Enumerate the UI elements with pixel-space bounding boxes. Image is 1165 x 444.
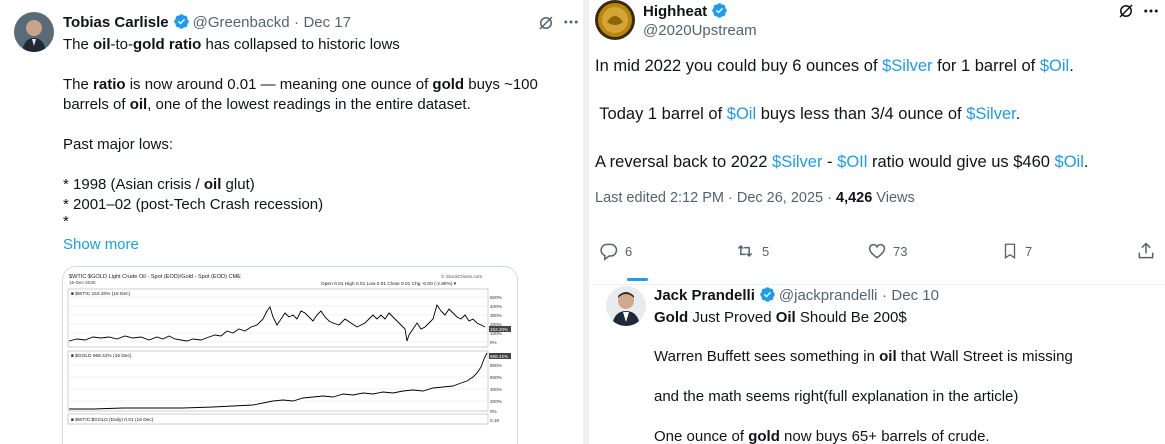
ratio-tick: 0.18 [490,418,499,423]
tweet-line: * 1998 (Asian crisis / oil glut) [63,176,255,193]
like-icon [868,243,886,259]
share-icon [1138,242,1154,259]
tweet-line: barrels of oil, one of the lowest readin… [63,96,471,113]
upper-tick: 300% [490,313,502,318]
reply-icon [600,243,618,261]
grok-icon[interactable] [1117,2,1135,25]
author-name[interactable]: Highheat [643,3,707,20]
verified-badge-icon [173,13,190,35]
thread-indicator [627,278,648,281]
avatar-highheat[interactable] [595,0,635,40]
views-label: Views [872,190,915,206]
tweet-date[interactable]: Dec 17 [303,14,351,31]
cashtag-link[interactable]: $Silver [882,57,932,75]
tweet-line: The oil-to-gold ratio has collapsed to h… [63,36,400,53]
chart-ohlc: Open 0.01 High 0.01 Low 0.01 Close 0.01 … [321,281,457,287]
avatar-tobias-carlisle[interactable] [14,12,54,52]
chart-date: 15-Dec-2025 [69,280,96,285]
like-button[interactable]: 73 [867,241,907,261]
tweet-line: The ratio is now around 0.01 — meaning o… [63,76,538,93]
cashtag-link[interactable]: $Silver [966,105,1016,123]
chart-image[interactable]: $WTIC:$GOLD Light Crude Oil - Spot (EOD)… [62,266,518,444]
author-name[interactable]: Jack Prandelli [654,287,755,304]
upper-tick: 400% [490,304,502,309]
like-count: 73 [893,243,908,259]
author-handle[interactable]: @2020Upstream [643,22,757,39]
more-icon[interactable] [1142,2,1160,25]
tweet-meta: Last edited 2:12 PM · Dec 26, 2025 · 4,4… [595,190,915,206]
chart-legend-ratio: ■ $WTIC:$GOLD (Daily) 0.01 (16 Dec) [71,417,154,423]
tweet-line: A reversal back to 2022 $Silver - $OIl r… [595,153,1089,171]
cashtag-link[interactable]: $Oil [727,105,756,123]
author-handle[interactable]: @Greenbackd [193,14,290,31]
separator-dot: · [881,287,887,304]
tweet-header: Tobias Carlisle @Greenbackd · Dec 17 [63,13,351,35]
quoted-tweet-header: Jack Prandelli @jackprandelli · Dec 10 [654,286,939,308]
cashtag-link[interactable]: $Oil [1055,153,1084,171]
reply-count: 6 [625,243,633,259]
show-more-link[interactable]: Show more [63,236,139,253]
price-chart: $WTIC:$GOLD Light Crude Oil - Spot (EOD)… [63,267,517,444]
author-name[interactable]: Tobias Carlisle [63,14,169,31]
repost-icon [737,244,753,258]
lower-tick: 600% [490,375,502,380]
action-bar: 6 5 73 7 [589,241,1165,265]
more-icon[interactable] [562,13,580,36]
avatar-jack-prandelli[interactable] [606,286,646,326]
quoted-title: Gold Just Proved Oil Should Be 200$ [654,309,907,326]
separator-dot: · [294,14,299,31]
lower-tick: 0% [490,409,497,414]
tweet-line: Today 1 barrel of $Oil buys less than 3/… [595,105,1021,123]
tweet-line: In mid 2022 you could buy 6 ounces of $S… [595,57,1074,75]
tweet-body: The oil-to-gold ratio has collapsed to h… [63,35,573,229]
upper-tick: 0% [490,340,497,345]
tweet-date[interactable]: Dec 10 [891,287,939,304]
chart-watermark: © StockCharts.com [441,273,482,280]
cashtag-link[interactable]: $Silver [772,153,822,171]
right-tweet: Highheat @2020Upstream In mid 2022 you c… [589,0,1165,444]
bookmark-icon [1004,243,1016,260]
gold-value-tag: 968.42% [490,354,508,359]
chart-legend-gold: ■ $GOLD 968.42% (16 Dec) [71,353,132,359]
cashtag-link[interactable]: $OIl [837,153,867,171]
left-tweet: Tobias Carlisle @Greenbackd · Dec 17 The … [0,0,583,444]
tweet-line: * 2001–02 (post-Tech Crash recession) [63,196,324,213]
edited-timestamp[interactable]: Last edited 2:12 PM · Dec 26, 2025 · [595,190,836,206]
share-button[interactable] [1136,241,1156,261]
bookmark-count: 7 [1025,243,1033,259]
verified-badge-icon [759,286,776,308]
lower-tick: 400% [490,387,502,392]
grok-icon[interactable] [537,14,555,37]
lower-tick: 800% [490,363,502,368]
bookmark-button[interactable]: 7 [1001,241,1032,261]
tweet-line: Past major lows: [63,136,174,153]
tweet-header: Highheat [643,2,731,24]
upper-tick: 500% [490,295,502,300]
repost-count: 5 [762,243,770,259]
cashtag-link[interactable]: $Oil [1040,57,1069,75]
quote-separator [589,284,1165,285]
tweet-line: and the math seems right(full explanatio… [654,388,1019,405]
views-count: 4,426 [836,190,873,206]
lower-tick: 200% [490,399,502,404]
tweet-line: One ounce of gold now buys 65+ barrels o… [654,428,990,444]
chart-legend-wtic: ■ $WTIC 153.20% (16 Dec) [71,291,131,297]
reply-button[interactable]: 6 [599,241,632,261]
verified-badge-icon [711,2,728,24]
tweet-line: Warren Buffett sees something in oil tha… [654,348,1073,365]
wtic-value-tag: 153.20% [490,327,508,332]
repost-button[interactable]: 5 [734,241,769,261]
author-handle[interactable]: @jackprandelli [779,287,878,304]
tweet-line: * [63,213,69,230]
